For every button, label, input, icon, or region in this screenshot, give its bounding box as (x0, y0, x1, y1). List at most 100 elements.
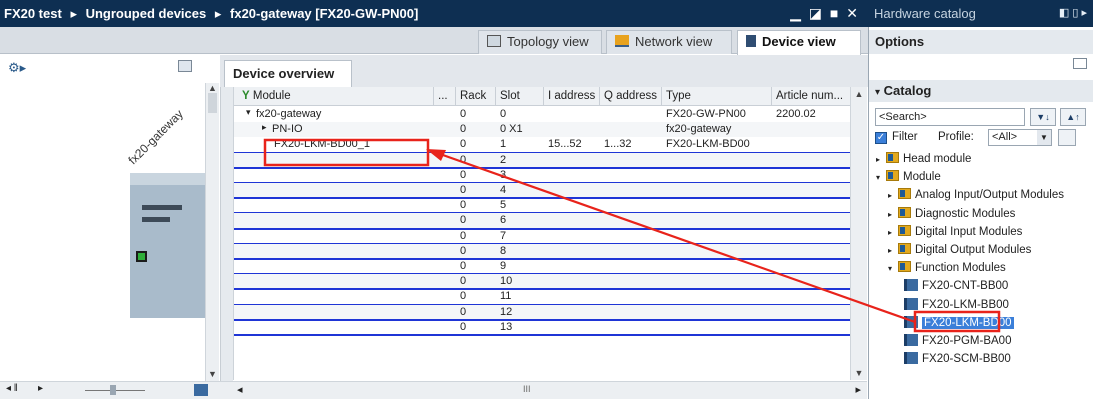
options-toggle-icon[interactable] (1073, 58, 1087, 69)
table-row[interactable]: 0 13 (234, 320, 850, 335)
table-row[interactable]: PN-IO 0 0 X1 fx20-gateway ▸ (234, 122, 850, 138)
column-header-type[interactable]: Type (662, 87, 772, 106)
table-row[interactable]: fx20-gateway 0 0 FX20-GW-PN00 2200.02 ▾ (234, 107, 850, 122)
expand-down-icon[interactable]: ▾ (246, 107, 251, 118)
table-row[interactable]: FX20-LKM-BD00_1 0 1 15...52 1...32 FX20-LKM-B… (234, 137, 850, 152)
table-hscroll[interactable]: ◂ III ▸ (233, 381, 867, 399)
cell-module[interactable] (234, 305, 434, 320)
zoom-fit-icon[interactable] (194, 384, 208, 396)
table-row[interactable]: 0 12 (234, 304, 850, 320)
catalog-search-input[interactable]: <Search> (875, 108, 1025, 126)
breadcrumb-project[interactable]: FX20 test (4, 6, 62, 21)
tab-device-view[interactable]: Device view (737, 30, 861, 55)
cell-module[interactable] (234, 229, 434, 244)
device-overview-table: Y Module ... Rack Slot I address Q addre… (233, 87, 850, 380)
scroll-right-icon[interactable]: ▸ (38, 383, 43, 394)
column-header-slot[interactable]: Slot (496, 87, 544, 106)
profile-select[interactable]: <All> ▼ (988, 129, 1052, 146)
port-icon[interactable] (136, 251, 147, 262)
expand-down-icon[interactable]: ▾ (876, 173, 886, 182)
cell-module[interactable]: FX20-LKM-BD00_1 (234, 137, 434, 152)
catalog-tree-item[interactable]: FX20-LKM-BB00 (904, 297, 1009, 311)
expand-down-icon[interactable]: ▾ (888, 264, 898, 273)
tab-device-overview[interactable]: Device overview (224, 60, 352, 87)
zoom-slider-thumb[interactable] (110, 385, 116, 395)
column-header-i-address[interactable]: I address (544, 87, 600, 106)
catalog-window-controls[interactable]: ◧ ▯ ▸ (1059, 0, 1087, 27)
table-row[interactable]: 03 (234, 168, 850, 183)
graphic-overview-icon[interactable] (178, 60, 192, 72)
scroll-right-icon[interactable]: ▸ (855, 383, 861, 396)
cell-module[interactable]: fx20-gateway (234, 107, 434, 122)
cell-module[interactable] (234, 259, 434, 274)
tab-network-view[interactable]: Network view (606, 30, 732, 54)
table-row[interactable]: 0 10 (234, 274, 850, 290)
expand-right-icon[interactable]: ▸ (888, 210, 898, 219)
expand-right-icon[interactable]: ▸ (262, 122, 267, 133)
catalog-tree-item[interactable]: FX20-CNT-BB00 (904, 279, 1008, 292)
table-row[interactable]: 08 (234, 243, 850, 259)
cell-module[interactable] (234, 153, 434, 168)
catalog-tree-item[interactable]: ▸ Digital Input Modules (888, 224, 1022, 238)
catalog-tree-item[interactable]: ▸ Digital Output Modules (888, 243, 1031, 256)
table-vscroll[interactable]: ▲ ▼ (850, 87, 867, 380)
scroll-left-icon[interactable]: ◂ (237, 383, 243, 396)
catalog-tree-item[interactable]: FX20-SCM-BB00 (904, 352, 1011, 365)
cell-type (662, 153, 772, 168)
catalog-tree-item[interactable]: ▸ Head module (876, 152, 971, 165)
catalog-tree-item[interactable]: FX20-PGM-BA00 (904, 334, 1011, 347)
catalog-tree-item[interactable]: ▾ Module (876, 170, 941, 183)
cell-module[interactable] (234, 274, 434, 289)
graphic-vscroll[interactable]: ▲ ▼ (205, 83, 219, 381)
table-row[interactable]: 07 (234, 229, 850, 244)
column-header-q-address[interactable]: Q address (600, 87, 662, 106)
search-up-icon[interactable]: ▲↑ (1060, 108, 1086, 126)
tab-topology-view[interactable]: Topology view (478, 30, 602, 54)
profile-edit-icon[interactable] (1058, 129, 1076, 146)
catalog-tree-item[interactable]: ▸ Diagnostic Modules (888, 206, 1015, 220)
column-header-article[interactable]: Article num... (772, 87, 850, 106)
table-row[interactable]: 04 (234, 183, 850, 199)
expand-right-icon[interactable]: ▸ (888, 228, 898, 237)
options-header[interactable]: Options (869, 30, 1093, 54)
catalog-tree-item[interactable]: ▾ Function Modules (888, 261, 1006, 274)
column-header-more[interactable]: ... (434, 87, 456, 106)
filter-checkbox[interactable]: ✓ (875, 132, 887, 144)
cell-module[interactable] (234, 289, 434, 304)
column-header-rack[interactable]: Rack (456, 87, 496, 106)
column-header-module[interactable]: Y Module (234, 87, 434, 106)
cell-module[interactable] (234, 213, 434, 228)
cell-module[interactable] (234, 183, 434, 198)
scroll-down-icon[interactable]: ▼ (851, 368, 867, 378)
scroll-left-icon[interactable]: ◂ ‖ (6, 383, 18, 394)
slot-divider-line (234, 334, 850, 336)
cell-rack: 0 (460, 184, 467, 196)
window-controls[interactable]: ▁ ◪ ■ ✕ (790, 0, 860, 27)
expand-right-icon[interactable]: ▸ (888, 246, 898, 255)
catalog-tree-item[interactable]: FX20-LKM-BD00 (904, 315, 1014, 329)
expand-right-icon[interactable]: ▸ (876, 155, 886, 164)
table-row[interactable]: 0 11 (234, 289, 850, 304)
catalog-tree-item[interactable]: ▸ Analog Input/Output Modules (888, 188, 1064, 201)
table-row[interactable]: 05 (234, 198, 850, 213)
search-down-icon[interactable]: ▼↓ (1030, 108, 1056, 126)
cell-module[interactable] (234, 168, 434, 183)
breadcrumb-ungrouped[interactable]: Ungrouped devices (86, 6, 207, 21)
table-row[interactable]: 09 (234, 259, 850, 274)
cell-article (772, 153, 850, 168)
cell-module[interactable] (234, 320, 434, 335)
device-rack[interactable] (130, 173, 205, 318)
cell-module[interactable] (234, 198, 434, 213)
table-row[interactable]: 06 (234, 213, 850, 229)
cell-type (662, 305, 772, 320)
catalog-header[interactable]: ▾ Catalog (869, 80, 1093, 102)
expand-right-icon[interactable]: ▸ (888, 191, 898, 200)
chevron-down-icon[interactable]: ▼ (1037, 130, 1051, 145)
splitter[interactable] (220, 55, 233, 381)
breadcrumb-device[interactable]: fx20-gateway [FX20-GW-PN00] (230, 6, 418, 21)
table-row[interactable]: 02 (234, 152, 850, 168)
cell-module[interactable] (234, 244, 434, 259)
device-select-icon[interactable]: ⚙▸ (8, 60, 26, 76)
scroll-up-icon[interactable]: ▲ (851, 89, 867, 99)
hscroll-thumb[interactable]: III (523, 384, 531, 394)
